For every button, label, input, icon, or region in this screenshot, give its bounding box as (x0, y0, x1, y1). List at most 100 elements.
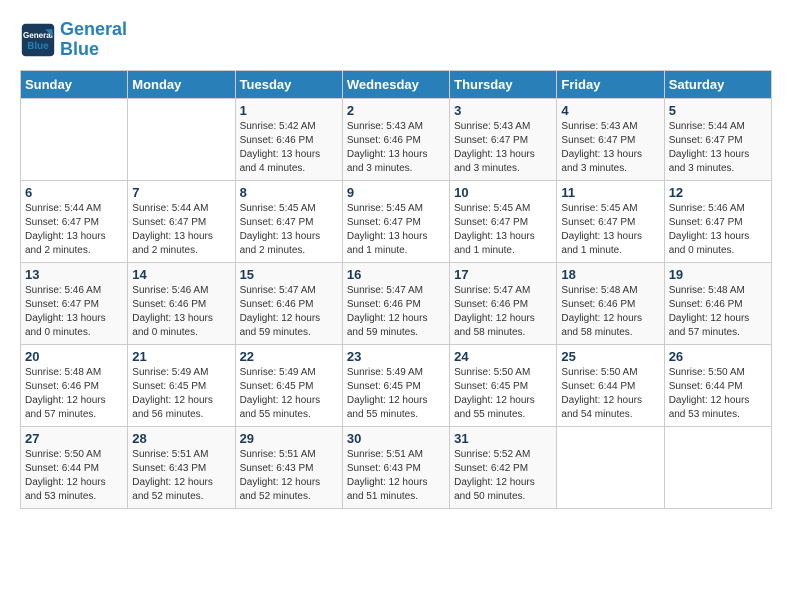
day-info: Sunrise: 5:47 AM Sunset: 6:46 PM Dayligh… (347, 284, 445, 340)
day-cell (21, 98, 128, 180)
day-cell (128, 98, 235, 180)
day-number: 7 (132, 185, 230, 200)
logo: General Blue GeneralBlue (20, 20, 127, 60)
day-info: Sunrise: 5:51 AM Sunset: 6:43 PM Dayligh… (347, 448, 445, 504)
calendar-header-row: SundayMondayTuesdayWednesdayThursdayFrid… (21, 70, 772, 98)
week-row-5: 27 Sunrise: 5:50 AM Sunset: 6:44 PM Dayli… (21, 426, 772, 508)
day-cell (664, 426, 771, 508)
day-info: Sunrise: 5:50 AM Sunset: 6:45 PM Dayligh… (454, 366, 552, 422)
day-number: 17 (454, 267, 552, 282)
day-cell: 31 Sunrise: 5:52 AM Sunset: 6:42 PM Dayli… (450, 426, 557, 508)
header-cell-thursday: Thursday (450, 70, 557, 98)
day-cell: 28Sunrise: 5:51 AM Sunset: 6:43 PM Dayli… (128, 426, 235, 508)
day-info: Sunrise: 5:50 AM Sunset: 6:44 PM Dayligh… (25, 448, 123, 504)
day-cell: 2 Sunrise: 5:43 AM Sunset: 6:46 PM Daylig… (342, 98, 449, 180)
day-number: 21 (132, 349, 230, 364)
day-number: 11 (561, 185, 659, 200)
day-info: Sunrise: 5:50 AM Sunset: 6:44 PM Dayligh… (669, 366, 767, 422)
day-info: Sunrise: 5:47 AM Sunset: 6:46 PM Dayligh… (454, 284, 552, 340)
day-number: 20 (25, 349, 123, 364)
day-info: Sunrise: 5:46 AM Sunset: 6:46 PM Dayligh… (132, 284, 230, 340)
day-number: 29 (240, 431, 338, 446)
day-info: Sunrise: 5:51 AM Sunset: 6:43 PM Dayligh… (132, 448, 230, 504)
day-info: Sunrise: 5:49 AM Sunset: 6:45 PM Dayligh… (240, 366, 338, 422)
header-cell-friday: Friday (557, 70, 664, 98)
day-cell: 7Sunrise: 5:44 AM Sunset: 6:47 PM Daylig… (128, 180, 235, 262)
day-info: Sunrise: 5:47 AM Sunset: 6:46 PM Dayligh… (240, 284, 338, 340)
day-info: Sunrise: 5:42 AM Sunset: 6:46 PM Dayligh… (240, 120, 338, 176)
day-cell: 27 Sunrise: 5:50 AM Sunset: 6:44 PM Dayli… (21, 426, 128, 508)
day-info: Sunrise: 5:51 AM Sunset: 6:43 PM Dayligh… (240, 448, 338, 504)
calendar-table: SundayMondayTuesdayWednesdayThursdayFrid… (20, 70, 772, 509)
day-cell: 17 Sunrise: 5:47 AM Sunset: 6:46 PM Dayli… (450, 262, 557, 344)
day-cell: 21Sunrise: 5:49 AM Sunset: 6:45 PM Dayli… (128, 344, 235, 426)
day-number: 25 (561, 349, 659, 364)
day-number: 15 (240, 267, 338, 282)
day-number: 18 (561, 267, 659, 282)
day-cell: 23 Sunrise: 5:49 AM Sunset: 6:45 PM Dayli… (342, 344, 449, 426)
day-number: 24 (454, 349, 552, 364)
day-cell: 30 Sunrise: 5:51 AM Sunset: 6:43 PM Dayli… (342, 426, 449, 508)
day-info: Sunrise: 5:45 AM Sunset: 6:47 PM Dayligh… (561, 202, 659, 258)
week-row-1: 1 Sunrise: 5:42 AM Sunset: 6:46 PM Daylig… (21, 98, 772, 180)
day-number: 8 (240, 185, 338, 200)
day-info: Sunrise: 5:45 AM Sunset: 6:47 PM Dayligh… (347, 202, 445, 258)
day-number: 3 (454, 103, 552, 118)
header-cell-saturday: Saturday (664, 70, 771, 98)
logo-text: GeneralBlue (60, 20, 127, 60)
day-cell: 10 Sunrise: 5:45 AM Sunset: 6:47 PM Dayli… (450, 180, 557, 262)
day-cell: 12 Sunrise: 5:46 AM Sunset: 6:47 PM Dayli… (664, 180, 771, 262)
day-number: 12 (669, 185, 767, 200)
week-row-2: 6Sunrise: 5:44 AM Sunset: 6:47 PM Daylig… (21, 180, 772, 262)
day-number: 5 (669, 103, 767, 118)
day-cell: 20 Sunrise: 5:48 AM Sunset: 6:46 PM Dayli… (21, 344, 128, 426)
svg-text:Blue: Blue (27, 41, 49, 52)
header-cell-sunday: Sunday (21, 70, 128, 98)
day-cell: 16 Sunrise: 5:47 AM Sunset: 6:46 PM Dayli… (342, 262, 449, 344)
day-info: Sunrise: 5:43 AM Sunset: 6:46 PM Dayligh… (347, 120, 445, 176)
day-info: Sunrise: 5:48 AM Sunset: 6:46 PM Dayligh… (561, 284, 659, 340)
day-number: 22 (240, 349, 338, 364)
day-cell: 19Sunrise: 5:48 AM Sunset: 6:46 PM Dayli… (664, 262, 771, 344)
day-cell: 14 Sunrise: 5:46 AM Sunset: 6:46 PM Dayli… (128, 262, 235, 344)
day-info: Sunrise: 5:50 AM Sunset: 6:44 PM Dayligh… (561, 366, 659, 422)
day-number: 6 (25, 185, 123, 200)
day-cell: 1 Sunrise: 5:42 AM Sunset: 6:46 PM Daylig… (235, 98, 342, 180)
day-number: 10 (454, 185, 552, 200)
day-cell (557, 426, 664, 508)
day-cell: 18 Sunrise: 5:48 AM Sunset: 6:46 PM Dayli… (557, 262, 664, 344)
week-row-4: 20 Sunrise: 5:48 AM Sunset: 6:46 PM Dayli… (21, 344, 772, 426)
day-number: 27 (25, 431, 123, 446)
day-number: 1 (240, 103, 338, 118)
day-number: 30 (347, 431, 445, 446)
logo-icon: General Blue (20, 22, 56, 58)
day-info: Sunrise: 5:45 AM Sunset: 6:47 PM Dayligh… (454, 202, 552, 258)
day-cell: 22 Sunrise: 5:49 AM Sunset: 6:45 PM Dayli… (235, 344, 342, 426)
day-number: 26 (669, 349, 767, 364)
day-cell: 4 Sunrise: 5:43 AM Sunset: 6:47 PM Daylig… (557, 98, 664, 180)
day-info: Sunrise: 5:49 AM Sunset: 6:45 PM Dayligh… (347, 366, 445, 422)
day-info: Sunrise: 5:48 AM Sunset: 6:46 PM Dayligh… (25, 366, 123, 422)
day-number: 4 (561, 103, 659, 118)
svg-text:General: General (23, 31, 53, 40)
day-number: 2 (347, 103, 445, 118)
day-number: 14 (132, 267, 230, 282)
day-number: 31 (454, 431, 552, 446)
day-number: 16 (347, 267, 445, 282)
day-info: Sunrise: 5:44 AM Sunset: 6:47 PM Dayligh… (669, 120, 767, 176)
day-cell: 13Sunrise: 5:46 AM Sunset: 6:47 PM Dayli… (21, 262, 128, 344)
day-cell: 8 Sunrise: 5:45 AM Sunset: 6:47 PM Daylig… (235, 180, 342, 262)
day-info: Sunrise: 5:48 AM Sunset: 6:46 PM Dayligh… (669, 284, 767, 340)
day-info: Sunrise: 5:43 AM Sunset: 6:47 PM Dayligh… (561, 120, 659, 176)
day-info: Sunrise: 5:52 AM Sunset: 6:42 PM Dayligh… (454, 448, 552, 504)
day-cell: 9 Sunrise: 5:45 AM Sunset: 6:47 PM Daylig… (342, 180, 449, 262)
day-number: 13 (25, 267, 123, 282)
header-cell-monday: Monday (128, 70, 235, 98)
day-info: Sunrise: 5:45 AM Sunset: 6:47 PM Dayligh… (240, 202, 338, 258)
day-cell: 29 Sunrise: 5:51 AM Sunset: 6:43 PM Dayli… (235, 426, 342, 508)
day-info: Sunrise: 5:46 AM Sunset: 6:47 PM Dayligh… (669, 202, 767, 258)
day-number: 9 (347, 185, 445, 200)
day-cell: 24 Sunrise: 5:50 AM Sunset: 6:45 PM Dayli… (450, 344, 557, 426)
day-cell: 11 Sunrise: 5:45 AM Sunset: 6:47 PM Dayli… (557, 180, 664, 262)
day-number: 23 (347, 349, 445, 364)
